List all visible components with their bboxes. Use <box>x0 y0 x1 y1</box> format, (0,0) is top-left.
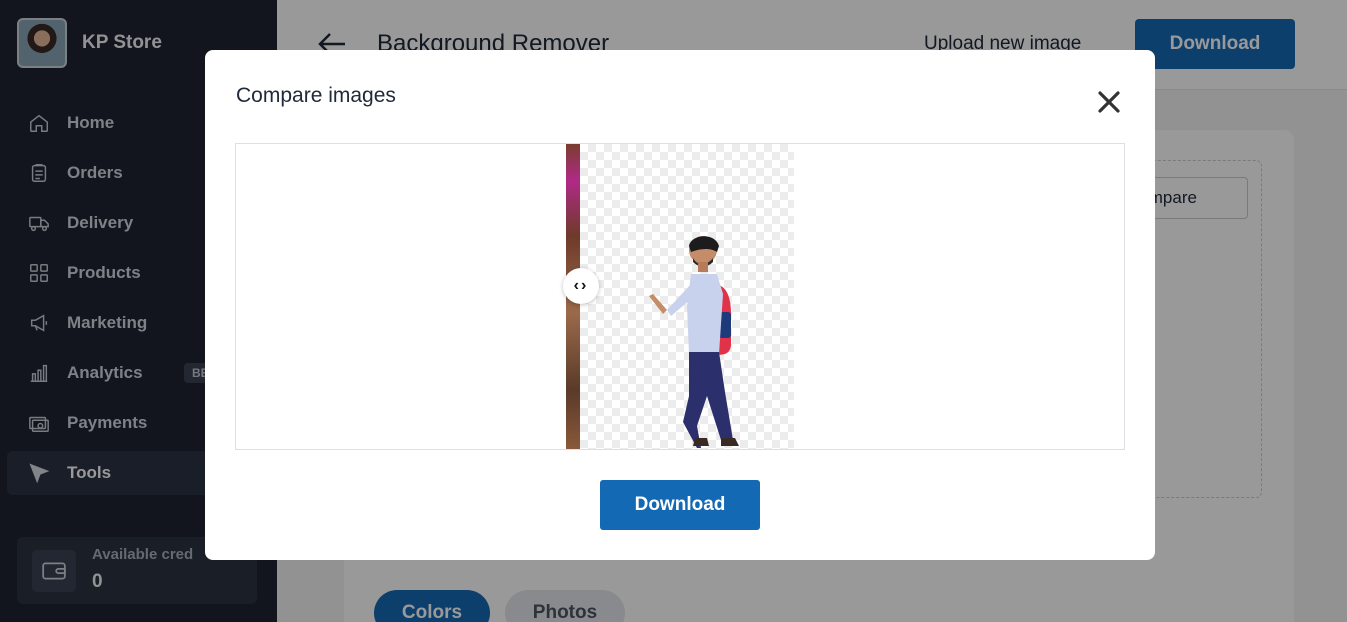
compare-images-modal: Compare images ‹› Download <box>205 50 1155 560</box>
compare-slider-handle[interactable]: ‹› <box>563 268 599 304</box>
close-icon[interactable] <box>1095 88 1123 116</box>
modal-download-button[interactable]: Download <box>600 480 760 530</box>
modal-title: Compare images <box>236 84 396 107</box>
compare-viewer: ‹› <box>235 143 1125 450</box>
cutout-subject-image <box>649 236 739 448</box>
